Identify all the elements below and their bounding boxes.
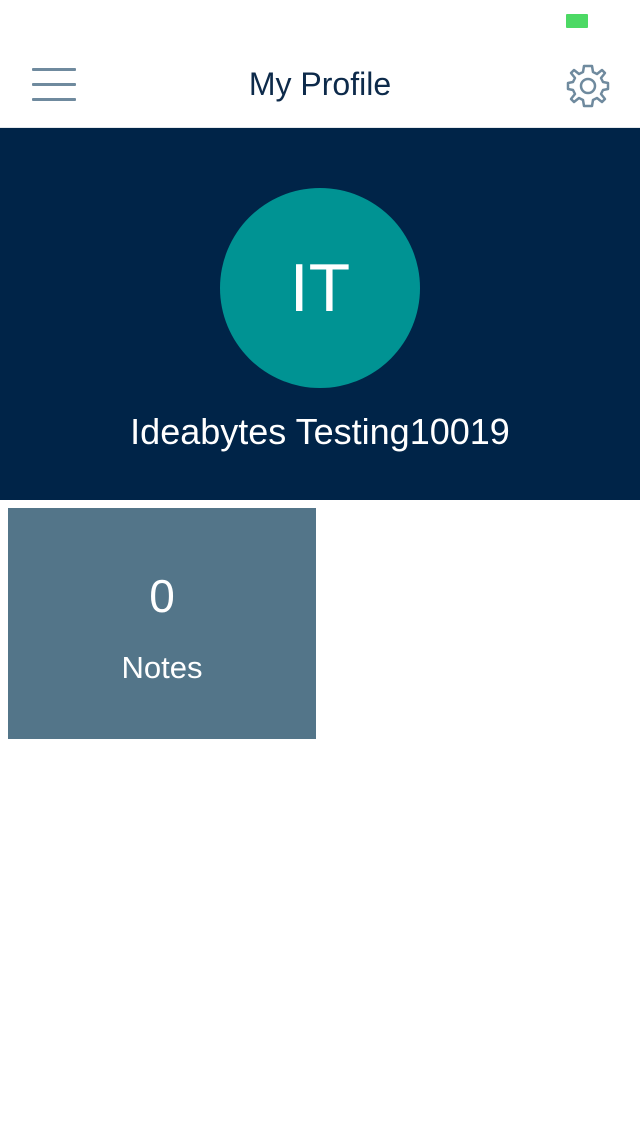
- battery-icon: [566, 14, 588, 28]
- navigation-bar: My Profile: [0, 40, 640, 128]
- hamburger-menu-icon: [32, 83, 76, 86]
- hamburger-menu-icon: [32, 68, 76, 71]
- profile-screen: My Profile IT Ideabytes Testing10019 0 N…: [0, 0, 640, 1136]
- gear-icon: [566, 64, 610, 108]
- status-bar: [0, 0, 640, 40]
- page-title: My Profile: [248, 66, 392, 102]
- hamburger-menu-icon: [32, 98, 76, 101]
- menu-button[interactable]: [28, 62, 80, 106]
- avatar: IT: [220, 188, 420, 388]
- profile-header: IT Ideabytes Testing10019: [0, 128, 640, 500]
- settings-button[interactable]: [564, 62, 612, 110]
- notes-label: Notes: [121, 650, 203, 685]
- profile-name: Ideabytes Testing10019: [130, 411, 510, 452]
- notes-count: 0: [149, 570, 175, 622]
- notes-tile[interactable]: 0 Notes: [8, 508, 316, 739]
